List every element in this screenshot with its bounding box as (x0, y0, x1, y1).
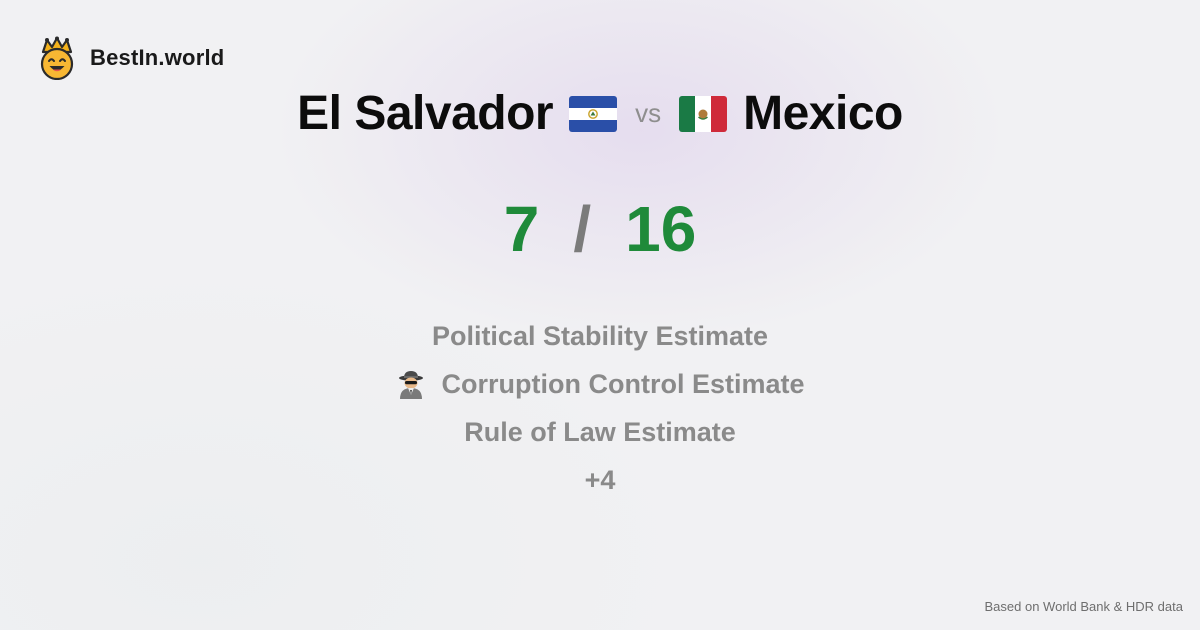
metric-label[interactable]: +4 (585, 456, 616, 504)
left-country-name[interactable]: El Salvador (297, 86, 553, 141)
metric-item: Rule of Law Estimate (464, 408, 736, 456)
metric-item: Political Stability Estimate (432, 312, 768, 360)
mexico-flag-icon (679, 95, 728, 132)
data-source-note: Based on World Bank & HDR data (984, 599, 1183, 614)
left-score: 7 (503, 193, 540, 265)
brand[interactable]: BestIn.world (38, 36, 224, 80)
crown-smiley-icon (40, 36, 74, 80)
vs-label: vs (635, 98, 662, 128)
metric-item: Corruption Control Estimate (396, 360, 805, 408)
metric-label: Corruption Control Estimate (441, 369, 805, 399)
metric-label: Rule of Law Estimate (464, 417, 736, 447)
metric-list: Political Stability Estimate Corruption … (0, 312, 1200, 504)
detective-icon (398, 371, 423, 399)
score-display: 7 / 16 (0, 192, 1200, 266)
right-score: 16 (625, 193, 697, 265)
right-country-name[interactable]: Mexico (743, 86, 903, 141)
metric-label: Political Stability Estimate (431, 321, 769, 351)
more-metrics-count[interactable]: +4 (585, 456, 616, 504)
brand-name[interactable]: BestIn.world (90, 45, 224, 71)
score-separator: / (573, 193, 592, 265)
country-matchup: El Salvador vs Mexico (0, 86, 1200, 141)
el-salvador-flag-icon (569, 95, 618, 132)
